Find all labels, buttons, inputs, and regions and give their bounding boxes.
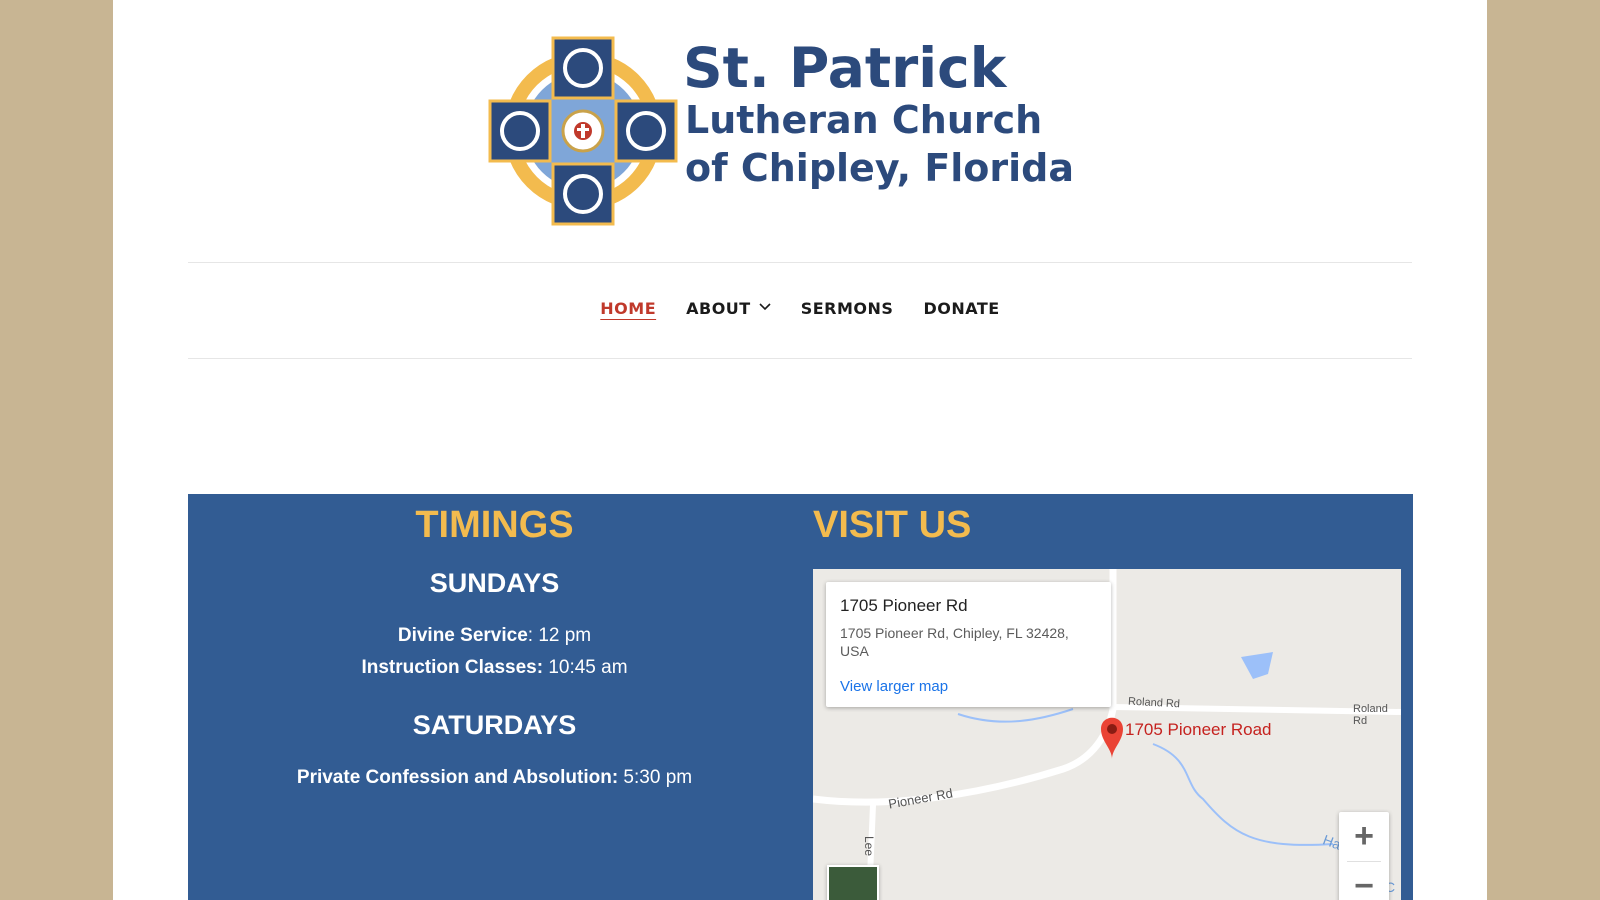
instruction-label: Instruction Classes:: [361, 657, 544, 678]
map-info-title: 1705 Pioneer Rd: [840, 596, 968, 615]
road-label-lee: Lee: [862, 835, 877, 857]
nav-item-about[interactable]: ABOUT: [686, 299, 771, 318]
view-larger-map-link[interactable]: View larger map: [840, 678, 948, 695]
chevron-down-icon: [759, 303, 771, 311]
divine-service-time: : 12 pm: [527, 625, 592, 646]
map-zoom-control: + −: [1339, 812, 1389, 900]
map-info-card: 1705 Pioneer Rd 1705 Pioneer Rd, Chipley…: [826, 582, 1111, 707]
road-label-roland-right: Roland Rd: [1353, 703, 1388, 727]
timings-heading: TIMINGS: [415, 504, 574, 546]
zoom-in-button[interactable]: +: [1339, 812, 1389, 861]
confession-line: Private Confession and Absolution: 5:30 …: [188, 767, 801, 789]
page-container: St. Patrick Lutheran Church of Chipley, …: [113, 0, 1487, 900]
map-pin-label: 1705 Pioneer Road: [1125, 720, 1272, 739]
site-logo[interactable]: St. Patrick Lutheran Church of Chipley, …: [488, 30, 1088, 230]
satellite-toggle-thumbnail[interactable]: [827, 865, 879, 900]
nav-item-donate[interactable]: DONATE: [923, 299, 999, 318]
confession-time: 5:30 pm: [618, 767, 693, 788]
main-nav: HOME ABOUT SERMONS DONATE: [188, 262, 1412, 359]
nav-item-about-label: ABOUT: [686, 299, 751, 318]
instruction-line: Instruction Classes: 10:45 am: [188, 657, 801, 679]
zoom-out-button[interactable]: −: [1339, 862, 1389, 900]
logo-subtitle-line2: of Chipley, Florida: [685, 146, 1075, 190]
divine-service-label: Divine Service: [397, 625, 528, 646]
celtic-cross-icon: [488, 36, 678, 226]
divine-service-line: Divine Service: 12 pm: [188, 625, 801, 647]
nav-item-home[interactable]: HOME: [600, 299, 656, 318]
sundays-heading: SUNDAYS: [429, 568, 560, 598]
logo-title: St. Patrick: [683, 36, 1007, 100]
map-info-address: 1705 Pioneer Rd, Chipley, FL 32428, USA: [840, 625, 1069, 659]
visit-heading: VISIT US: [813, 504, 972, 546]
instruction-time: 10:45 am: [543, 657, 628, 678]
logo-subtitle-line1: Lutheran Church: [685, 98, 1043, 142]
saturdays-heading: SATURDAYS: [412, 710, 577, 740]
google-map[interactable]: Roland Rd Roland Rd Pioneer Rd Lee Ha C …: [813, 569, 1401, 900]
confession-label: Private Confession and Absolution:: [296, 767, 619, 788]
nav-item-sermons[interactable]: SERMONS: [801, 299, 894, 318]
info-section: TIMINGS SUNDAYS Divine Service: 12 pm In…: [188, 494, 1413, 900]
